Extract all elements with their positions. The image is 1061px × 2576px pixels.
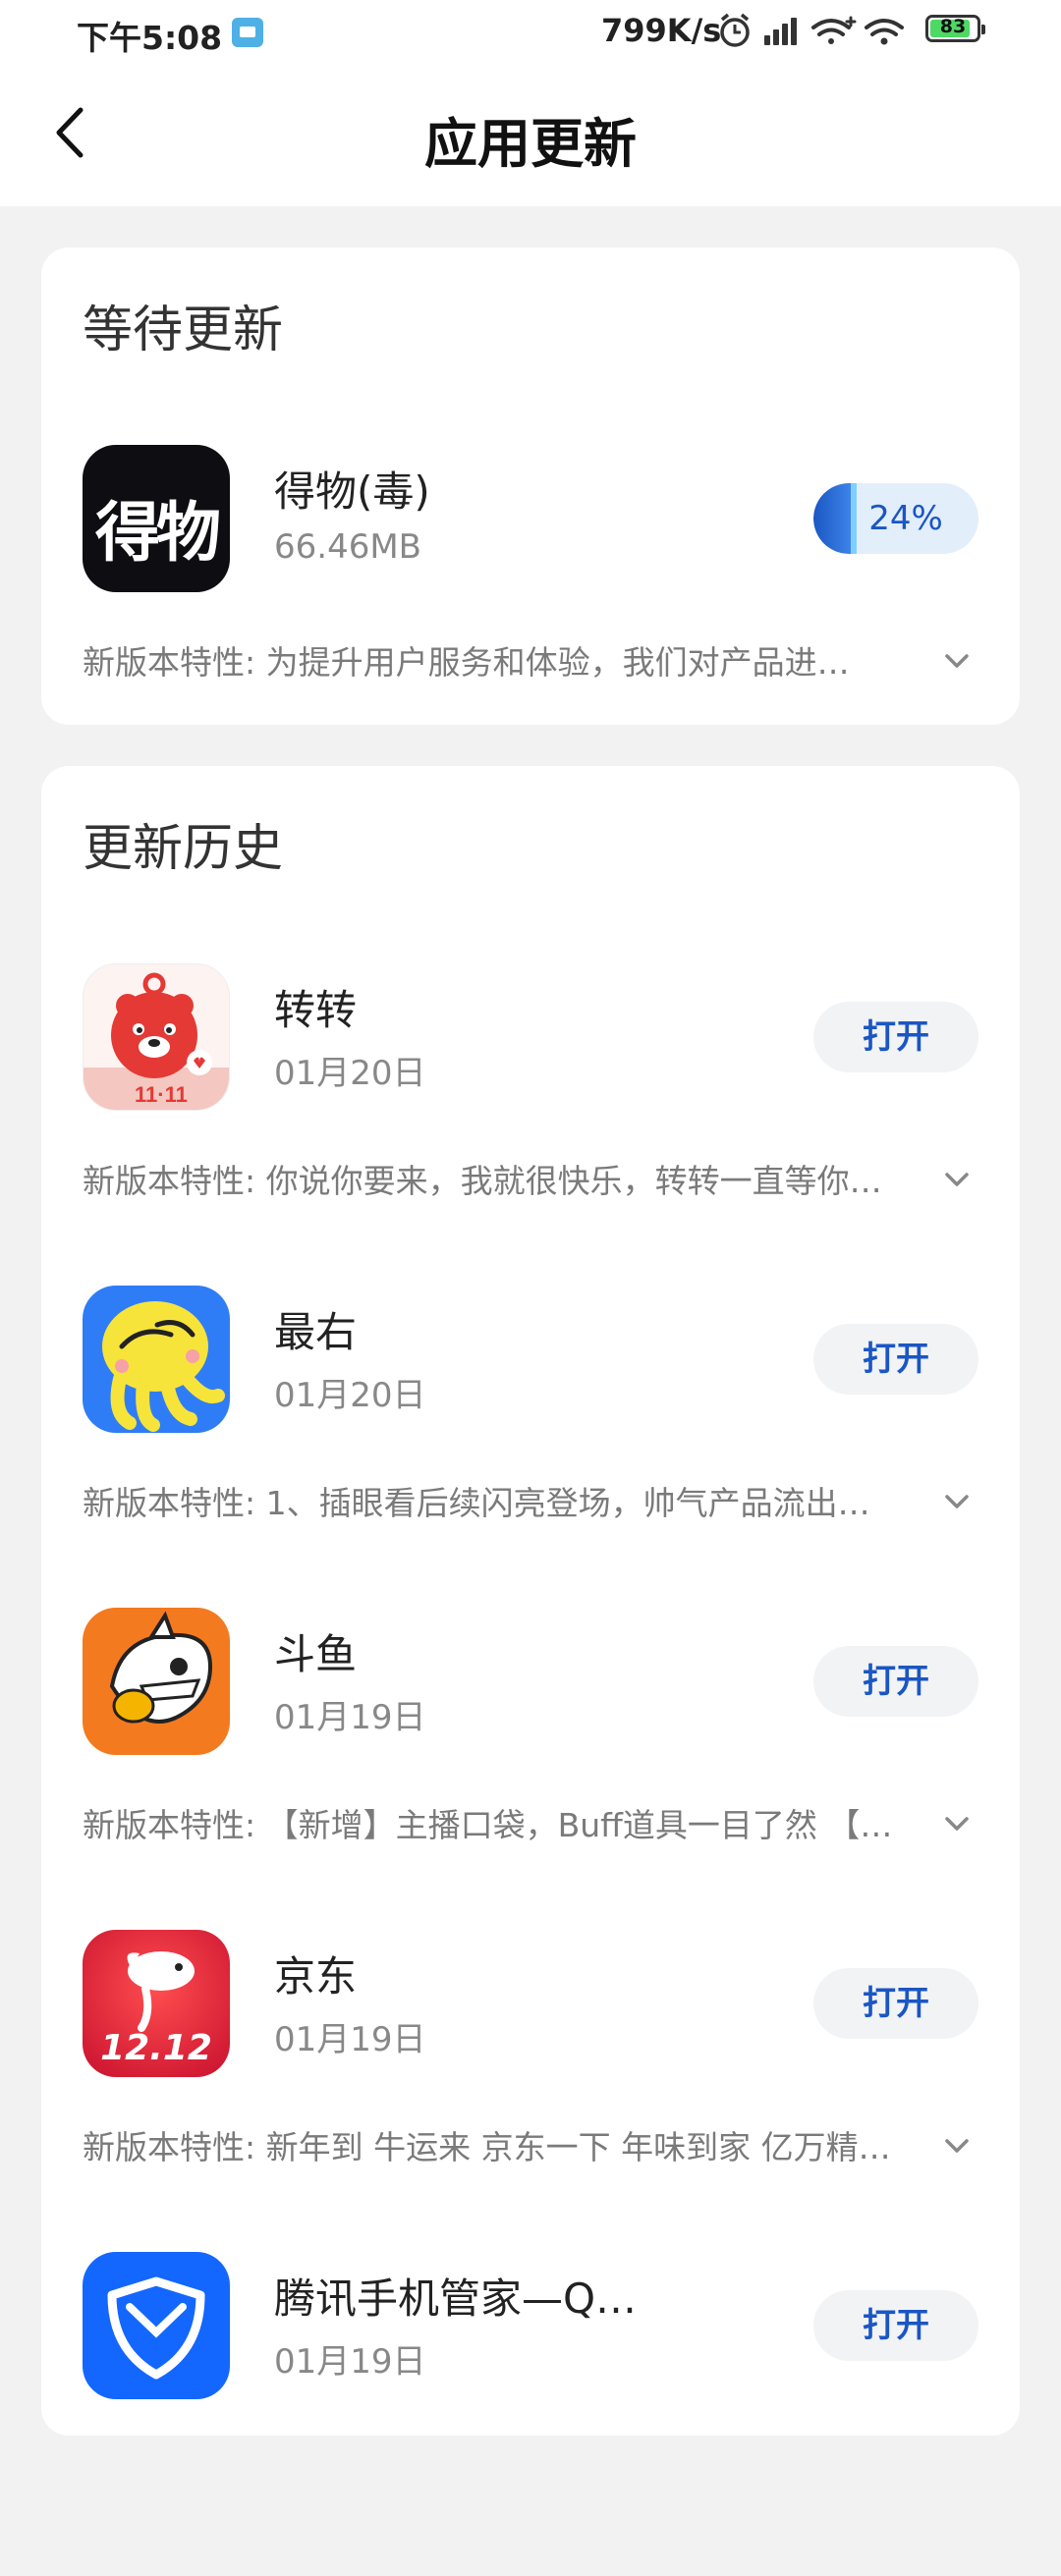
alarm-icon bbox=[720, 13, 750, 47]
app-row-jd[interactable]: 12.12 京东 01月19日 打开 新版本特性: 新年到 牛运来 京东一下 年… bbox=[41, 1930, 1020, 2254]
zhuanzhuan-bear-logo: 11·11 bbox=[84, 972, 229, 1110]
zuiyou-app-icon bbox=[83, 1286, 230, 1433]
message-notification-icon bbox=[232, 18, 263, 47]
tencent-manager-app-icon bbox=[83, 2252, 230, 2399]
app-update-date: 01月19日 bbox=[274, 1698, 426, 1737]
download-progress-text: 24% bbox=[868, 499, 943, 538]
svg-text:11·11: 11·11 bbox=[135, 1082, 188, 1107]
app-size: 66.46MB bbox=[274, 527, 421, 567]
shield-logo-icon bbox=[107, 2276, 205, 2380]
app-name: 最右 bbox=[274, 1308, 358, 1356]
app-name: 斗鱼 bbox=[274, 1630, 358, 1678]
network-speed: 799K/s bbox=[601, 12, 722, 49]
app-name: 转转 bbox=[274, 986, 358, 1034]
app-name: 腾讯手机管家—Q… bbox=[274, 2275, 638, 2323]
app-row-zuiyou[interactable]: 最右 01月20日 打开 新版本特性: 1、插眼看后续闪亮登场，帅气产品流出… bbox=[41, 1286, 1020, 1610]
page-title: 应用更新 bbox=[424, 113, 637, 175]
app-row-douyu[interactable]: 斗鱼 01月19日 打开 新版本特性: 【新增】主播口袋，Buff道具一目了然 … bbox=[41, 1608, 1020, 1932]
chevron-down-icon[interactable] bbox=[937, 641, 977, 681]
app-update-date: 01月19日 bbox=[274, 2020, 426, 2059]
douyu-shark-logo bbox=[109, 1611, 213, 1724]
app-header: 应用更新 bbox=[0, 63, 1061, 206]
open-button[interactable]: 打开 bbox=[813, 2290, 978, 2361]
chevron-down-icon[interactable] bbox=[937, 1160, 977, 1199]
app-row-zhuanzhuan[interactable]: 11·11 转转 01月20日 打开 新版本特性: 你说你要来，我就很快乐，转转… bbox=[41, 963, 1020, 1288]
battery-level: 83 bbox=[939, 16, 967, 37]
wifi-plus-icon bbox=[811, 16, 857, 44]
download-progress-button[interactable]: 24% bbox=[813, 483, 978, 554]
status-icons bbox=[720, 13, 904, 47]
app-name: 得物(毒) bbox=[274, 467, 430, 516]
release-notes: 新版本特性: 1、插眼看后续闪亮登场，帅气产品流出… bbox=[83, 1484, 870, 1522]
app-row-tencent-manager[interactable]: 腾讯手机管家—Q… 01月19日 打开 bbox=[41, 2252, 1020, 2576]
chevron-down-icon[interactable] bbox=[937, 1804, 977, 1843]
app-update-date: 01月20日 bbox=[274, 1376, 426, 1415]
app-update-date: 01月19日 bbox=[274, 2342, 426, 2382]
battery-icon: 83 bbox=[925, 15, 985, 42]
wifi-icon bbox=[865, 19, 904, 45]
status-bar: 下午5:08 799K/s 83 bbox=[0, 0, 1061, 63]
history-section-title: 更新历史 bbox=[83, 820, 284, 878]
chevron-down-icon[interactable] bbox=[937, 2126, 977, 2165]
waiting-update-card: 等待更新 得物 得物(毒) 66.46MB 24% 新版本特性: 为提升用户服务… bbox=[41, 247, 1020, 725]
release-notes: 新版本特性: 为提升用户服务和体验，我们对产品进… bbox=[83, 643, 850, 682]
open-button[interactable]: 打开 bbox=[813, 1002, 978, 1072]
dewu-icon-logo: 得物 bbox=[95, 495, 221, 571]
open-button[interactable]: 打开 bbox=[813, 1324, 978, 1395]
update-history-card: 更新历史 11·11 转转 01月20日 打开 新版本特性: 你说你要来，我就很… bbox=[41, 766, 1020, 2436]
status-time: 下午5:08 bbox=[77, 19, 223, 57]
app-name: 京东 bbox=[274, 1952, 358, 2001]
app-update-date: 01月20日 bbox=[274, 1054, 426, 1093]
open-button[interactable]: 打开 bbox=[813, 1646, 978, 1717]
signal-icon bbox=[764, 18, 797, 45]
release-notes: 新版本特性: 你说你要来，我就很快乐，转转一直等你… bbox=[83, 1162, 882, 1200]
chevron-down-icon[interactable] bbox=[937, 1482, 977, 1521]
zuiyou-octopus-logo bbox=[102, 1301, 225, 1432]
release-notes: 新版本特性: 新年到 牛运来 京东一下 年味到家 亿万精… bbox=[83, 2128, 891, 2166]
app-row-dewu[interactable]: 得物 得物(毒) 66.46MB 24% 新版本特性: 为提升用户服务和体验，我… bbox=[41, 445, 1020, 769]
jd-icon-text: 12.12 bbox=[100, 2028, 212, 2068]
release-notes: 新版本特性: 【新增】主播口袋，Buff道具一目了然 【… bbox=[83, 1806, 893, 1844]
waiting-section-title: 等待更新 bbox=[83, 301, 284, 359]
douyu-app-icon bbox=[83, 1608, 230, 1755]
dewu-app-icon: 得物 bbox=[83, 445, 230, 592]
open-button[interactable]: 打开 bbox=[813, 1968, 978, 2039]
zhuanzhuan-app-icon: 11·11 bbox=[83, 963, 230, 1111]
jd-app-icon: 12.12 bbox=[83, 1930, 230, 2077]
